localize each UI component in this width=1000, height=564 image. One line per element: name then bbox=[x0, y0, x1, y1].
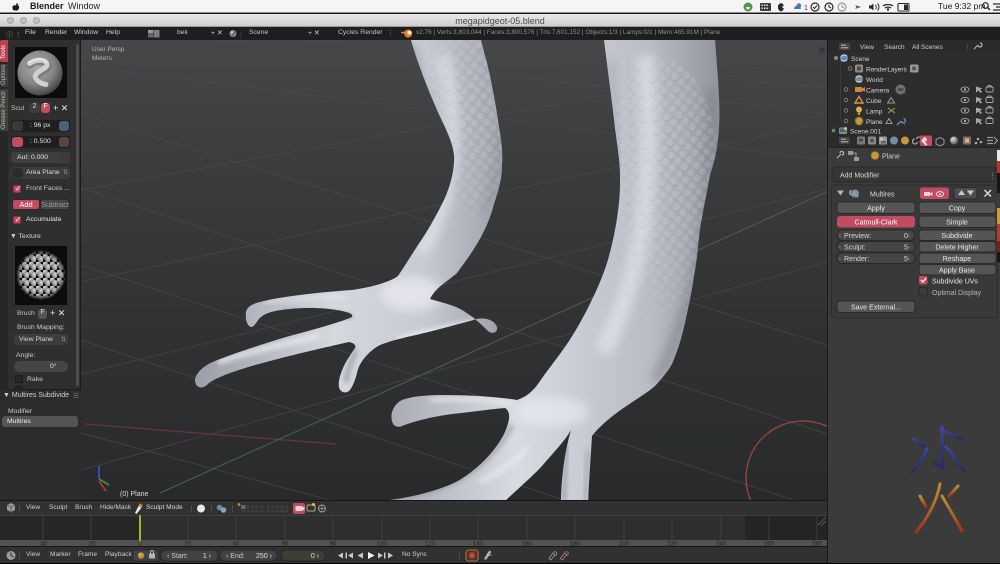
svg-text:Sculpt:: Sculpt: bbox=[844, 244, 866, 252]
svg-text:(0) Plane: (0) Plane bbox=[120, 491, 149, 498]
svg-text:⋮: ⋮ bbox=[16, 554, 23, 561]
svg-text:›: › bbox=[908, 245, 910, 251]
svg-text:⋮: ⋮ bbox=[229, 506, 236, 513]
svg-text:Subdivide: Subdivide bbox=[941, 232, 972, 240]
svg-text:‹: ‹ bbox=[839, 234, 841, 240]
svg-text:Simple: Simple bbox=[946, 219, 968, 227]
svg-text:Lamp: Lamp bbox=[866, 109, 883, 116]
svg-text:⋮: ⋮ bbox=[16, 506, 23, 513]
svg-text:‹: ‹ bbox=[839, 245, 841, 251]
svg-text:Camera: Camera bbox=[866, 88, 890, 95]
svg-text:⋮: ⋮ bbox=[238, 33, 243, 38]
svg-text:Copy: Copy bbox=[949, 205, 966, 213]
svg-text:⋮: ⋮ bbox=[989, 173, 996, 180]
svg-text:Save External...: Save External... bbox=[851, 304, 901, 312]
svg-text:Apply Base: Apply Base bbox=[939, 267, 975, 275]
svg-text:RenderLayers: RenderLayers bbox=[866, 67, 908, 74]
svg-text:Add Modifier: Add Modifier bbox=[840, 173, 880, 180]
svg-text:Reshape: Reshape bbox=[943, 255, 971, 263]
svg-text:View: View bbox=[860, 44, 874, 51]
svg-text:Meters: Meters bbox=[92, 55, 113, 62]
svg-text:Subdivide UVs: Subdivide UVs bbox=[932, 279, 978, 286]
svg-text:Multires: Multires bbox=[870, 192, 895, 199]
svg-text:User Persp: User Persp bbox=[92, 46, 125, 53]
svg-text:‹: ‹ bbox=[839, 257, 841, 263]
svg-text:250 ›: 250 › bbox=[256, 553, 273, 560]
svg-text:⋮: ⋮ bbox=[188, 506, 195, 513]
svg-text:Delete Higher: Delete Higher bbox=[935, 244, 979, 252]
svg-text:Cube: Cube bbox=[866, 98, 882, 105]
svg-text:1 ›: 1 › bbox=[203, 553, 212, 560]
svg-text:›: › bbox=[908, 257, 910, 263]
svg-text:⋮: ⋮ bbox=[456, 554, 463, 561]
svg-text:Search: Search bbox=[884, 44, 905, 51]
svg-text:All Scenes: All Scenes bbox=[912, 44, 943, 51]
svg-text:Optimal Display: Optimal Display bbox=[932, 290, 982, 297]
svg-text:‹ Start:: ‹ Start: bbox=[167, 553, 188, 560]
svg-text:‹ End:: ‹ End: bbox=[226, 553, 245, 560]
svg-text:Apply: Apply bbox=[867, 205, 885, 213]
svg-text:›: › bbox=[908, 234, 910, 240]
svg-text:Catmull-Clark: Catmull-Clark bbox=[855, 219, 898, 227]
svg-text:0 ›: 0 › bbox=[311, 553, 320, 560]
svg-text:⋮: ⋮ bbox=[160, 33, 161, 38]
svg-text:Render:: Render: bbox=[844, 255, 869, 263]
svg-text:1: 1 bbox=[804, 5, 808, 12]
svg-text:Plane: Plane bbox=[866, 119, 883, 126]
svg-text:Scene: Scene bbox=[851, 56, 870, 63]
svg-text:Plane: Plane bbox=[882, 154, 900, 161]
svg-text:⋮: ⋮ bbox=[208, 506, 215, 513]
svg-text:⋮: ⋮ bbox=[964, 44, 971, 51]
svg-text:Preview:: Preview: bbox=[844, 232, 871, 240]
svg-text:World: World bbox=[866, 77, 883, 84]
